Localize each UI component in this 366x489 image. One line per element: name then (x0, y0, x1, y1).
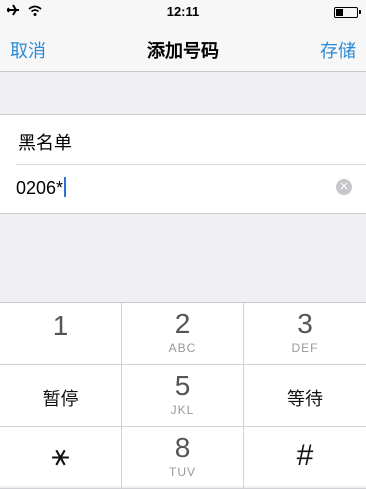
keypad-key[interactable]: 3 DEF (244, 303, 366, 365)
keypad-key-label: # (296, 439, 314, 472)
keypad-key-letters: TUV (169, 465, 196, 479)
keypad-key[interactable]: # (244, 427, 366, 489)
battery-icon (334, 6, 361, 18)
text-cursor (64, 177, 67, 197)
keypad-key-label: 2 (174, 308, 191, 339)
keypad-key-label: 1 (52, 310, 69, 341)
keypad-key[interactable]: 等待 (244, 365, 366, 427)
keypad-key[interactable]: 5 JKL (122, 365, 244, 427)
keypad-key-label: ⚹ (51, 439, 70, 472)
keypad-key[interactable]: 8 TUV (122, 427, 244, 489)
keypad-key[interactable]: ⚹ (0, 427, 122, 489)
clear-text-icon[interactable]: ✕ (336, 179, 352, 195)
keypad-key[interactable]: 暂停 (0, 365, 122, 427)
keypad-key-label: 3 (297, 308, 313, 339)
name-field[interactable]: 黑名单 (0, 115, 366, 164)
name-field-value: 黑名单 (18, 133, 72, 153)
number-field[interactable]: 0206* ✕ (0, 164, 366, 213)
keypad-key-label: 8 (174, 432, 191, 463)
number-form: 黑名单 0206* ✕ (0, 114, 366, 214)
keypad-key-label: 暂停 (42, 389, 79, 409)
keypad-key[interactable]: 1 (0, 303, 122, 365)
status-bar: 12:11 (0, 0, 366, 24)
status-time: 12:11 (166, 4, 200, 19)
page-title: 添加号码 (147, 41, 219, 61)
save-button[interactable]: 存储 (320, 37, 356, 63)
keypad-key-letters: DEF (291, 341, 319, 355)
keypad-key-letters: JKL (170, 403, 195, 417)
keypad-key-letters: ABC (168, 341, 197, 355)
battery-fill (336, 8, 343, 16)
keypad-key-label: 等待 (287, 389, 323, 409)
keypad-key-label: 5 (174, 370, 191, 401)
keypad-key[interactable]: 2 ABC (122, 303, 244, 365)
nav-bar: 取消 添加号码 存储 (0, 24, 366, 72)
number-field-value: 0206* (16, 177, 67, 199)
number-text: 0206* (16, 178, 64, 198)
dial-keypad: 1 2 ABC 3 DEF 暂停 5 JKL 等待 ⚹ 8 TUV # (0, 302, 366, 489)
